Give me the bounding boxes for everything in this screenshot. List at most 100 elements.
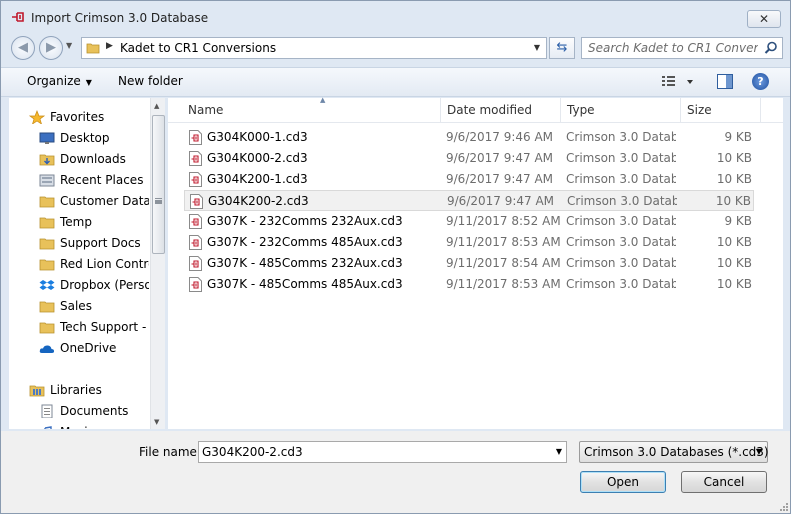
scrollbar-thumb[interactable]	[152, 115, 165, 254]
file-name-label: File name:	[139, 445, 201, 459]
sidebar-item-tech-support-s[interactable]: Tech Support - S	[9, 317, 149, 337]
title-bar[interactable]: Import Crimson 3.0 Database ✕	[1, 1, 790, 33]
column-header-row: Name ▲ Date modified Type Size	[168, 96, 783, 123]
cd3-file-icon	[189, 256, 202, 271]
command-toolbar: Organize ▼ New folder ?	[1, 67, 790, 97]
file-size: 10 KB	[716, 277, 752, 291]
file-row[interactable]: G307K - 232Comms 485Aux.cd3 9/11/2017 8:5…	[184, 232, 754, 253]
desktop-icon	[39, 132, 55, 144]
sidebar-item-temp[interactable]: Temp	[9, 212, 149, 232]
cancel-button[interactable]: Cancel	[681, 471, 767, 493]
file-date-modified: 9/11/2017 8:53 AM	[446, 235, 561, 249]
file-list: Name ▲ Date modified Type Size G304K000-…	[168, 96, 783, 429]
file-type: Crimson 3.0 Datab...	[566, 130, 676, 144]
column-size-label: Size	[687, 103, 712, 117]
preview-pane-icon[interactable]	[717, 74, 733, 89]
search-icon[interactable]	[764, 41, 778, 55]
column-header-size[interactable]: Size	[681, 98, 761, 122]
refresh-button[interactable]: ⇆	[549, 37, 575, 59]
onedrive-icon	[39, 345, 55, 353]
help-button[interactable]: ?	[752, 73, 769, 90]
sidebar-item-support-docs[interactable]: Support Docs	[9, 233, 149, 253]
open-button[interactable]: Open	[580, 471, 666, 493]
search-input[interactable]	[588, 40, 758, 56]
column-header-name[interactable]: Name ▲	[182, 96, 441, 122]
change-view-icon[interactable]	[661, 74, 701, 90]
navigation-bar: ◀ ▶ ▼ ▶ Kadet to CR1 Conversions ▼ ⇆	[1, 33, 790, 63]
breadcrumb-separator-icon[interactable]: ▶	[106, 41, 113, 51]
chevron-down-icon: ▼	[85, 78, 92, 87]
file-name: G304K000-2.cd3	[207, 151, 308, 165]
sidebar-item-label: Documents	[60, 404, 129, 418]
scroll-up-arrow-icon[interactable]: ▲	[154, 102, 159, 110]
sidebar-item-documents[interactable]: Documents	[9, 401, 149, 421]
file-name: G307K - 232Comms 485Aux.cd3	[207, 235, 403, 249]
file-row[interactable]: G304K200-2.cd3 9/6/2017 9:47 AM Crimson 3.…	[184, 190, 754, 211]
address-bar[interactable]: ▶ Kadet to CR1 Conversions ▼	[81, 37, 547, 59]
new-folder-label: New folder	[118, 74, 183, 88]
crimson-app-icon	[12, 12, 24, 22]
sidebar-item-music[interactable]: Music	[9, 422, 149, 429]
music-icon	[44, 426, 52, 429]
file-row[interactable]: G304K000-1.cd3 9/6/2017 9:46 AM Crimson 3.…	[184, 127, 754, 148]
sidebar-item-sales[interactable]: Sales	[9, 296, 149, 316]
sidebar-item-red-lion-control[interactable]: Red Lion Control	[9, 254, 149, 274]
file-size: 10 KB	[716, 235, 752, 249]
folder-icon	[39, 238, 55, 250]
file-name: G304K200-1.cd3	[207, 172, 308, 186]
sidebar-item-customer-databa[interactable]: Customer Databa	[9, 191, 149, 211]
file-name-input[interactable]	[202, 444, 542, 460]
file-row[interactable]: G304K200-1.cd3 9/6/2017 9:47 AM Crimson 3.…	[184, 169, 754, 190]
column-header-type[interactable]: Type	[561, 98, 681, 122]
cd3-file-icon	[189, 151, 202, 166]
file-date-modified: 9/11/2017 8:53 AM	[446, 277, 561, 291]
window-title: Import Crimson 3.0 Database	[31, 11, 209, 25]
sidebar-item-onedrive[interactable]: OneDrive	[9, 338, 149, 358]
address-dropdown-chevron-icon[interactable]: ▼	[534, 43, 540, 52]
back-button[interactable]: ◀	[11, 36, 35, 60]
help-icon: ?	[757, 75, 764, 88]
sidebar-header-favorites[interactable]: Favorites	[9, 107, 149, 127]
file-row[interactable]: G307K - 232Comms 232Aux.cd3 9/11/2017 8:5…	[184, 211, 754, 232]
breadcrumb-current-folder[interactable]: Kadet to CR1 Conversions	[120, 41, 276, 55]
sidebar-item-label: Temp	[60, 215, 92, 229]
navigation-pane-scrollbar[interactable]: ▲ ▼	[150, 98, 165, 429]
downloads-folder-icon	[39, 154, 55, 166]
recent-pages-chevron-icon[interactable]: ▼	[66, 41, 72, 50]
file-type: Crimson 3.0 Datab...	[566, 256, 676, 270]
recent-places-icon	[39, 174, 55, 187]
file-size: 10 KB	[715, 194, 751, 208]
scroll-down-arrow-icon[interactable]: ▼	[154, 418, 159, 426]
file-type-select[interactable]: Crimson 3.0 Databases (*.cd3) ▼	[579, 441, 769, 463]
organize-menu-button[interactable]: Organize ▼	[27, 74, 92, 88]
file-name: G307K - 485Comms 485Aux.cd3	[207, 277, 403, 291]
sidebar-item-label: Desktop	[60, 131, 110, 145]
sidebar-item-label: Support Docs	[60, 236, 141, 250]
file-type: Crimson 3.0 Datab...	[566, 172, 676, 186]
file-row[interactable]: G307K - 485Comms 485Aux.cd3 9/11/2017 8:5…	[184, 274, 754, 295]
folder-icon	[39, 196, 55, 208]
new-folder-button[interactable]: New folder	[118, 74, 183, 88]
sidebar-item-dropbox-person[interactable]: Dropbox (Person	[9, 275, 149, 295]
sidebar-item-desktop[interactable]: Desktop	[9, 128, 149, 148]
column-date-label: Date modified	[447, 103, 533, 117]
folder-icon	[39, 259, 55, 271]
sidebar-header-libraries[interactable]: Libraries	[9, 380, 149, 400]
search-box[interactable]	[581, 37, 783, 59]
file-row[interactable]: G304K000-2.cd3 9/6/2017 9:47 AM Crimson 3.…	[184, 148, 754, 169]
close-button[interactable]: ✕	[747, 10, 781, 28]
file-row[interactable]: G307K - 485Comms 232Aux.cd3 9/11/2017 8:5…	[184, 253, 754, 274]
column-header-date[interactable]: Date modified	[441, 98, 561, 122]
sidebar-item-downloads[interactable]: Downloads	[9, 149, 149, 169]
file-size: 10 KB	[716, 151, 752, 165]
forward-button[interactable]: ▶	[39, 36, 63, 60]
file-type: Crimson 3.0 Datab...	[566, 151, 676, 165]
file-name-dropdown-chevron-icon[interactable]: ▼	[556, 447, 562, 456]
file-name: G304K200-2.cd3	[208, 194, 309, 208]
file-name-combobox[interactable]: ▼	[198, 441, 567, 463]
sidebar-item-recent-places[interactable]: Recent Places	[9, 170, 149, 190]
file-type: Crimson 3.0 Datab...	[566, 277, 676, 291]
libraries-icon	[29, 385, 45, 397]
file-type: Crimson 3.0 Datab...	[566, 235, 676, 249]
resize-grip-icon[interactable]	[778, 501, 788, 511]
